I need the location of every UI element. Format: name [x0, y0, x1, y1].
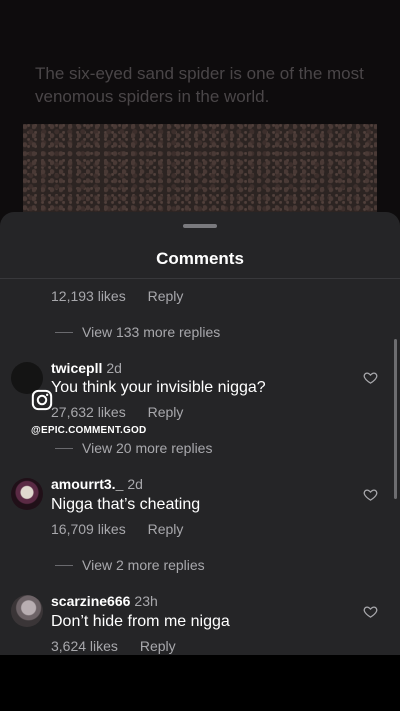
comment-meta: 16,709 likes Reply	[51, 521, 183, 537]
sheet-title: Comments	[156, 249, 244, 268]
comment-username-row: twicepll 2d	[51, 360, 122, 376]
thread-line	[55, 447, 73, 449]
avatar[interactable]	[11, 478, 43, 510]
watermark-handle: @EPIC.COMMENT.GOD	[31, 425, 147, 436]
avatar[interactable]	[11, 595, 43, 627]
comment-meta: 12,193 likes Reply	[51, 288, 183, 304]
heart-icon[interactable]	[363, 604, 378, 619]
view-more-replies-label: View 2 more replies	[82, 557, 205, 573]
comment-meta: 27,632 likes Reply	[51, 404, 183, 420]
sheet-drag-handle[interactable]	[183, 224, 217, 228]
thread-line	[55, 331, 73, 333]
comment-text: You think your invisible nigga?	[51, 379, 266, 396]
like-count[interactable]: 16,709 likes	[51, 521, 126, 537]
view-more-replies[interactable]: View 2 more replies	[55, 557, 205, 573]
view-more-replies-label: View 133 more replies	[82, 324, 221, 340]
divider	[0, 278, 400, 279]
timestamp: 23h	[134, 593, 158, 609]
comment-username-row: scarzine666 23h	[51, 593, 158, 609]
username[interactable]: amourrt3._	[51, 476, 123, 492]
comment-text: Don’t hide from me nigga	[51, 613, 230, 630]
instagram-icon	[31, 389, 53, 411]
comment-username-row: amourrt3._ 2d	[51, 476, 143, 492]
timestamp: 2d	[127, 476, 143, 492]
like-count[interactable]: 12,193 likes	[51, 288, 126, 304]
reply-button[interactable]: Reply	[148, 288, 184, 304]
timestamp: 2d	[106, 360, 122, 376]
view-more-replies-label: View 20 more replies	[82, 440, 213, 456]
comment-meta: 3,624 likes Reply	[51, 638, 176, 654]
reply-button[interactable]: Reply	[148, 521, 184, 537]
heart-icon[interactable]	[363, 487, 378, 502]
view-more-replies[interactable]: View 20 more replies	[55, 440, 212, 456]
like-count[interactable]: 27,632 likes	[51, 404, 126, 420]
username[interactable]: scarzine666	[51, 593, 130, 609]
post-image	[23, 124, 377, 224]
like-count[interactable]: 3,624 likes	[51, 638, 118, 654]
scrollbar[interactable]	[394, 339, 397, 499]
reply-button[interactable]: Reply	[140, 638, 176, 654]
post-caption: The six-eyed sand spider is one of the m…	[35, 64, 364, 106]
username[interactable]: twicepll	[51, 360, 102, 376]
thread-line	[55, 564, 73, 566]
reply-button[interactable]: Reply	[148, 404, 184, 420]
comment-text: Nigga that’s cheating	[51, 496, 201, 513]
bottom-area	[0, 655, 400, 711]
view-more-replies[interactable]: View 133 more replies	[55, 324, 220, 340]
heart-icon[interactable]	[363, 370, 378, 385]
